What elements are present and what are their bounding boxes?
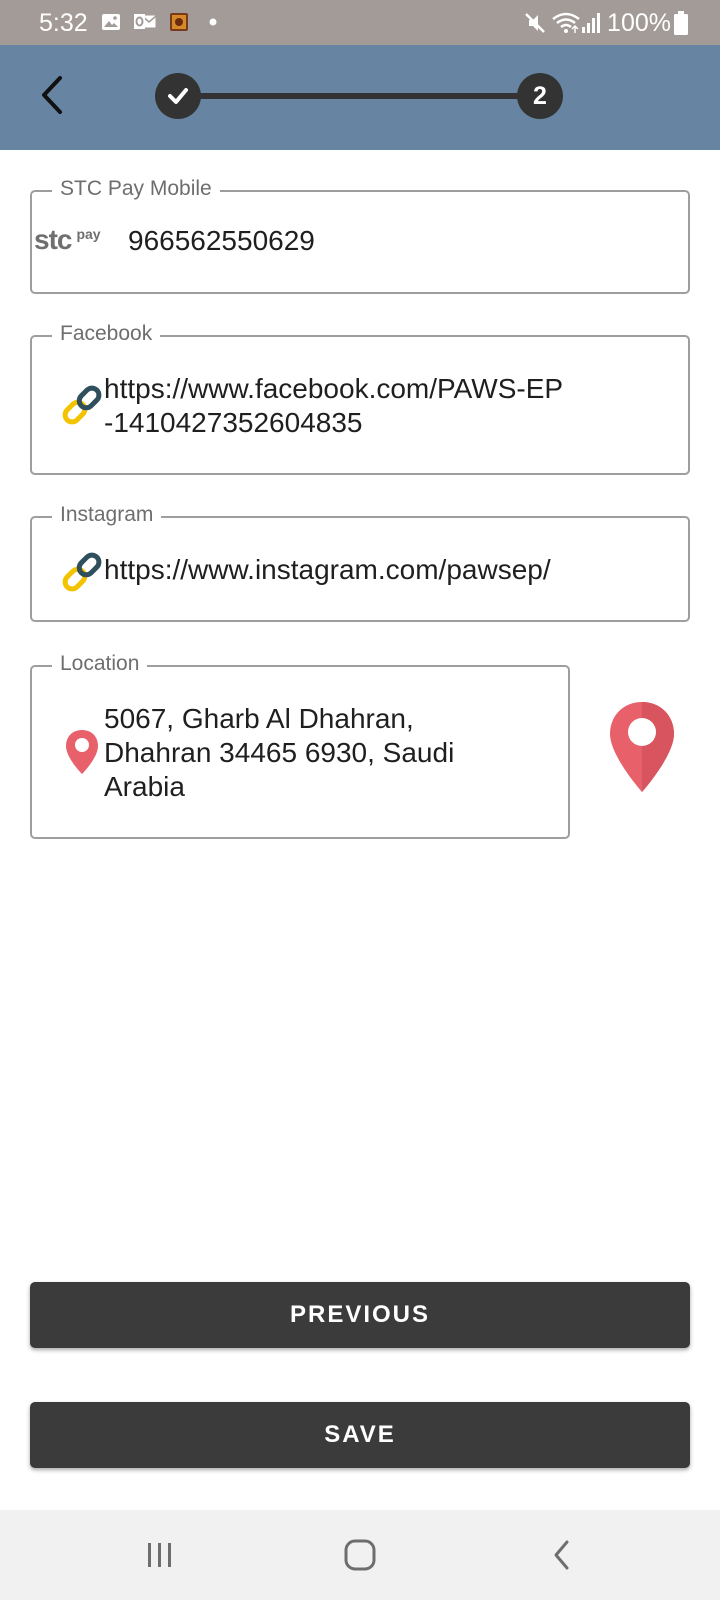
battery-percent: 100%: [607, 9, 671, 37]
mute-icon: [525, 13, 545, 33]
gallery-icon: [102, 14, 120, 30]
back-icon: [554, 1540, 569, 1570]
location-pin-icon: [66, 730, 98, 774]
check-icon: [168, 88, 188, 104]
back-button[interactable]: [28, 70, 78, 120]
facebook-label: Facebook: [52, 321, 161, 347]
stc-pay-logo: stc pay: [34, 225, 101, 255]
app-bar: 2: [0, 45, 720, 150]
stepper-connector: [195, 93, 525, 99]
location-line2: Dhahran 34465 6930, Saudi: [104, 737, 455, 768]
outlook-icon: [134, 14, 157, 29]
home-icon: [344, 1539, 376, 1571]
stepper: 2: [155, 73, 565, 119]
dot-icon: [209, 18, 217, 26]
location-label: Location: [52, 651, 148, 677]
system-nav-bar: [0, 1510, 720, 1600]
arrow-back-icon: [42, 76, 62, 114]
instagram-field[interactable]: Instagram https://www.instagram.com/paws…: [30, 502, 690, 622]
stc-logo-text: stc: [34, 224, 72, 255]
step-2-current[interactable]: 2: [517, 73, 563, 119]
notification-icons: [101, 11, 217, 33]
link-icon: [62, 385, 102, 425]
facebook-url-line1: https://www.facebook.com/PAWS-EP: [104, 373, 564, 404]
pick-location-button[interactable]: [607, 700, 677, 796]
location-line3: Arabia: [104, 771, 185, 802]
home-button[interactable]: [338, 1535, 382, 1575]
stc-logo-pay-text: pay: [76, 226, 101, 242]
stc-pay-mobile-value: 966562550629: [128, 225, 315, 256]
stc-pay-mobile-field[interactable]: STC Pay Mobile stc pay 966562550629: [30, 176, 690, 294]
recents-icon: [148, 1543, 171, 1567]
game-icon: [170, 13, 188, 31]
location-field[interactable]: Location 5067, Gharb Al Dhahran, Dhahran…: [30, 651, 570, 839]
wifi-icon: [552, 12, 580, 33]
facebook-url-line2: -1410427352604835: [104, 407, 363, 438]
nav-back-button[interactable]: [540, 1535, 584, 1575]
status-bar: 5:32 100%: [0, 0, 720, 45]
previous-button[interactable]: PREVIOUS: [30, 1282, 690, 1348]
status-time: 5:32: [39, 9, 88, 37]
instagram-url: https://www.instagram.com/pawsep/: [104, 554, 551, 585]
link-icon: [62, 552, 102, 592]
recents-button[interactable]: [138, 1535, 182, 1575]
location-line1: 5067, Gharb Al Dhahran,: [104, 703, 414, 734]
signal-icon: [582, 13, 601, 33]
instagram-label: Instagram: [52, 502, 162, 528]
system-status: 100%: [523, 8, 688, 38]
stc-pay-mobile-label: STC Pay Mobile: [52, 176, 220, 202]
facebook-field[interactable]: Facebook https://www.facebook.com/PAWS-E…: [30, 321, 690, 475]
battery-icon: [674, 11, 688, 35]
map-pin-icon: [610, 702, 674, 792]
step-1-completed[interactable]: [155, 73, 201, 119]
save-button[interactable]: SAVE: [30, 1402, 690, 1468]
